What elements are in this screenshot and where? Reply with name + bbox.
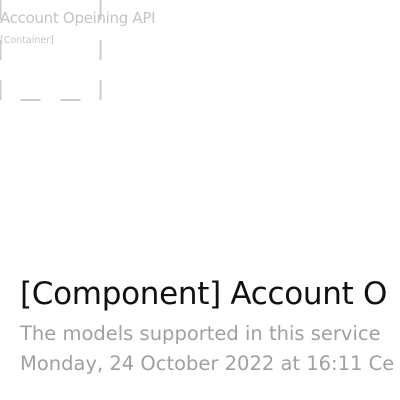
diagram-date: Monday, 24 October 2022 at 16:11 Ce — [20, 352, 395, 375]
diagram-description: The models supported in this service — [20, 322, 381, 345]
boundary-type: [Container] — [0, 35, 54, 46]
boundary-name: Account Opeining API — [0, 9, 156, 27]
diagram-title: [Component] Account O — [20, 276, 388, 312]
